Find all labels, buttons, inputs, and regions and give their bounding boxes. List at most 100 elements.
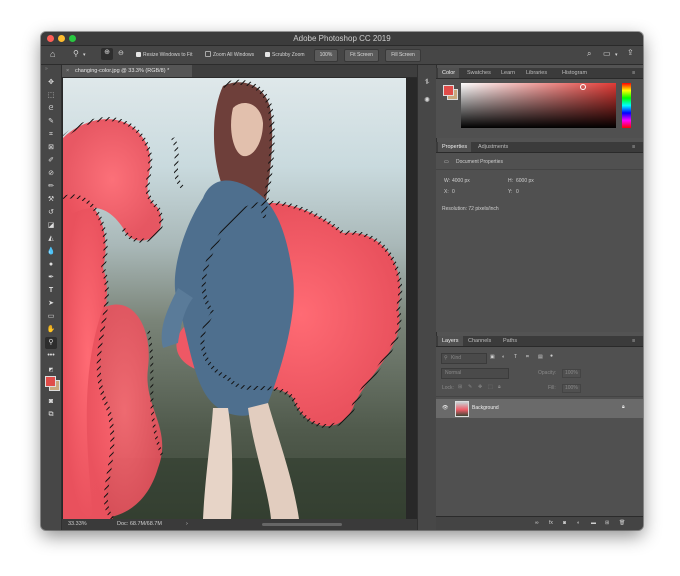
color-spectrum-field[interactable] — [461, 83, 616, 128]
tab-learn[interactable]: Learn — [497, 68, 519, 78]
foreground-color-swatch[interactable] — [45, 376, 56, 387]
move-tool-icon[interactable]: ✥ — [45, 77, 57, 89]
lock-image-icon[interactable]: ✎ — [468, 384, 472, 391]
rectangle-tool-icon[interactable]: ▭ — [45, 311, 57, 323]
status-arrow-icon[interactable]: › — [186, 519, 188, 530]
eyedropper-tool-icon[interactable]: ✐ — [45, 155, 57, 167]
hue-slider[interactable] — [622, 83, 631, 128]
add-mask-icon[interactable]: ◙ — [563, 520, 566, 527]
height-label: H: — [508, 178, 513, 184]
tab-histogram[interactable]: Histogram — [558, 68, 591, 78]
document-canvas-image[interactable] — [63, 78, 406, 519]
brush-tool-icon[interactable]: ✏ — [45, 181, 57, 193]
panel-menu-icon[interactable]: ≡ — [628, 68, 639, 78]
chevron-down-icon[interactable]: ▾ — [83, 50, 86, 60]
canvas-area[interactable] — [62, 78, 434, 519]
zoom-all-windows-checkbox[interactable]: Zoom All Windows — [205, 51, 254, 59]
filter-toggle-icon[interactable]: ● — [550, 353, 553, 360]
layer-row[interactable]: 👁︎ Background 🔒︎ — [436, 399, 643, 418]
tab-color[interactable]: Color — [438, 68, 460, 78]
y-value[interactable]: 0 — [516, 189, 519, 196]
workspace-chevron-icon[interactable]: ▾ — [615, 50, 618, 60]
title-bar: Adobe Photoshop CC 2019 — [41, 32, 643, 46]
lock-artboard-icon[interactable]: ⬚ — [488, 384, 493, 391]
quick-mask-icon[interactable]: ◙ — [45, 396, 57, 408]
pen-tool-icon[interactable]: ✒ — [45, 272, 57, 284]
lock-all-icon[interactable]: 🔒︎ — [498, 384, 501, 391]
horizontal-scrollbar[interactable] — [262, 523, 342, 526]
layer-name[interactable]: Background — [472, 405, 499, 412]
dodge-tool-icon[interactable]: ● — [45, 259, 57, 271]
color-picker-cursor[interactable] — [580, 84, 586, 90]
filter-smart-object-icon[interactable]: ▤ — [538, 354, 543, 361]
collapse-arrows-icon[interactable]: » — [45, 66, 48, 73]
quick-selection-tool-icon[interactable]: ✎ — [45, 116, 57, 128]
fit-screen-button[interactable]: Fit Screen — [344, 49, 379, 62]
filter-type-icon[interactable]: T — [514, 354, 517, 361]
path-selection-tool-icon[interactable]: ➤ — [45, 298, 57, 310]
document-tab[interactable]: × changing-color.jpg @ 33.3% (RGB/8) * — [62, 65, 192, 77]
new-adjustment-layer-icon[interactable]: ◐ — [577, 520, 580, 527]
opacity-field[interactable]: 100% — [562, 369, 581, 378]
x-value[interactable]: 0 — [452, 189, 455, 196]
blend-mode-select[interactable]: Normal — [441, 368, 509, 379]
hand-tool-icon[interactable]: ✋ — [45, 324, 57, 336]
tab-layers[interactable]: Layers — [438, 336, 463, 346]
lock-transparent-icon[interactable]: ⊞ — [458, 384, 462, 391]
blur-tool-icon[interactable]: 💧 — [45, 246, 57, 258]
new-group-icon[interactable]: ▬ — [591, 520, 596, 527]
zoom-100-button[interactable]: 100% — [314, 49, 338, 62]
zoom-tool-selected-icon[interactable]: ⚲ — [45, 337, 57, 349]
crop-tool-icon[interactable]: ⌗ — [45, 129, 57, 141]
tab-paths[interactable]: Paths — [499, 336, 521, 346]
height-value[interactable]: 6000 px — [516, 178, 534, 185]
more-tools-icon[interactable]: ••• — [45, 350, 57, 362]
history-brush-tool-icon[interactable]: ↺ — [45, 207, 57, 219]
color-foreground-swatch[interactable] — [443, 85, 454, 96]
eraser-tool-icon[interactable]: ◪ — [45, 220, 57, 232]
scrubby-zoom-checkbox[interactable]: Scrubby Zoom — [265, 51, 305, 59]
filter-adjustment-icon[interactable]: ◐ — [502, 354, 505, 361]
lock-position-icon[interactable]: ✥ — [478, 384, 482, 391]
eye-icon[interactable]: 👁︎ — [442, 405, 448, 412]
tab-adjustments[interactable]: Adjustments — [474, 142, 512, 152]
kind-filter-select[interactable]: ⚲ Kind — [441, 353, 487, 364]
width-value[interactable]: 4000 px — [452, 178, 470, 185]
frame-tool-icon[interactable]: ⊠ — [45, 142, 57, 154]
layer-style-icon[interactable]: fx — [549, 520, 553, 527]
link-layers-icon[interactable]: ∞ — [535, 520, 539, 527]
new-layer-icon[interactable]: ⊞ — [605, 520, 609, 527]
layers-panel-tabs: Layers Channels Paths ≡ — [436, 336, 643, 347]
default-colors-icon[interactable]: ◩ — [45, 364, 57, 376]
zoom-in-icon[interactable]: ⊕ — [101, 48, 113, 60]
zoom-tool-icon[interactable]: ⚲ — [73, 49, 79, 59]
share-icon[interactable]: ⇪ — [627, 48, 634, 58]
tab-channels[interactable]: Channels — [464, 336, 495, 346]
clone-stamp-tool-icon[interactable]: ⚒ — [45, 194, 57, 206]
close-tab-icon[interactable]: × — [66, 65, 69, 77]
resize-windows-checkbox[interactable]: Resize Windows to Fit — [136, 51, 192, 59]
fill-screen-button[interactable]: Fill Screen — [385, 49, 421, 62]
tab-swatches[interactable]: Swatches — [463, 68, 495, 78]
delete-layer-icon[interactable]: 🗑︎ — [619, 520, 625, 527]
tab-libraries[interactable]: Libraries — [522, 68, 551, 78]
lasso-tool-icon[interactable]: ᘓ — [45, 103, 57, 115]
layers-menu-icon[interactable]: ≡ — [628, 336, 639, 346]
tab-properties[interactable]: Properties — [438, 142, 472, 152]
history-panel-icon[interactable]: ⥮ — [421, 77, 433, 89]
search-icon[interactable]: ⌕ — [587, 49, 591, 59]
zoom-level[interactable]: 33.33% — [68, 519, 87, 530]
adjustments-panel-icon[interactable]: ✺ — [421, 95, 433, 107]
filter-shape-icon[interactable]: ⌗ — [526, 354, 529, 361]
fill-field[interactable]: 100% — [562, 384, 581, 393]
zoom-out-icon[interactable]: ⊖ — [118, 49, 124, 59]
type-tool-icon[interactable]: T — [45, 285, 57, 297]
properties-menu-icon[interactable]: ≡ — [628, 142, 639, 152]
home-icon[interactable]: ⌂ — [50, 49, 55, 59]
marquee-tool-icon[interactable]: ⬚ — [45, 90, 57, 102]
workspace-icon[interactable]: ▭ — [603, 49, 611, 59]
filter-pixel-icon[interactable]: ▣ — [490, 354, 495, 361]
screen-mode-icon[interactable]: ⧉ — [45, 409, 57, 421]
paint-bucket-tool-icon[interactable]: ◭ — [45, 233, 57, 245]
healing-brush-tool-icon[interactable]: ⊘ — [45, 168, 57, 180]
